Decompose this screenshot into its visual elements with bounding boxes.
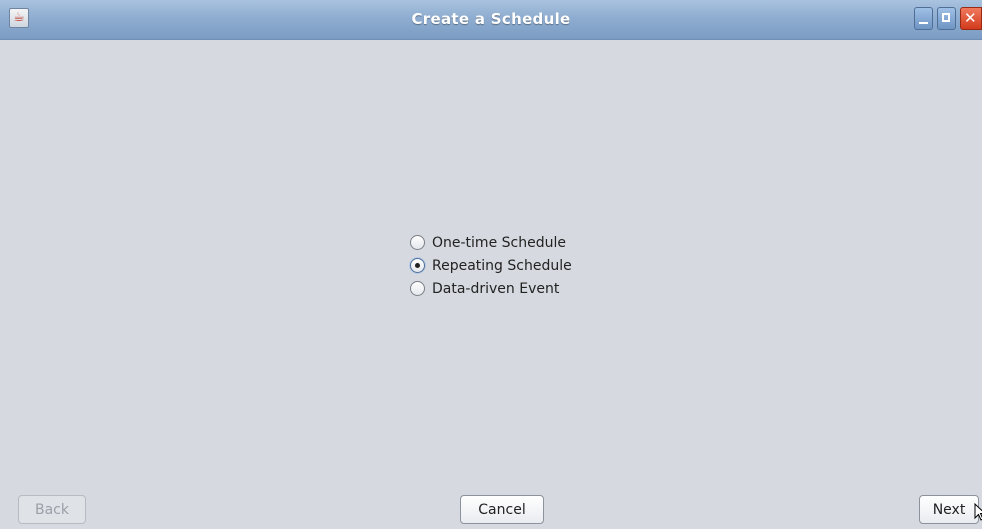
radio-button-data-driven[interactable] [410,281,425,296]
minimize-button[interactable] [914,7,933,30]
radio-option-data-driven[interactable]: Data-driven Event [410,277,572,300]
close-button[interactable]: ✕ [960,7,982,30]
mouse-pointer-icon [974,503,982,521]
minimize-icon [919,22,928,24]
radio-label-one-time[interactable]: One-time Schedule [432,235,566,251]
close-icon: ✕ [964,9,977,27]
radio-label-data-driven[interactable]: Data-driven Event [432,281,559,297]
title-bar[interactable]: ☕ Create a Schedule ✕ [0,0,982,40]
radio-option-repeating[interactable]: Repeating Schedule [410,254,572,277]
next-button[interactable]: Next [919,495,979,524]
radio-label-repeating[interactable]: Repeating Schedule [432,258,572,274]
window-title: Create a Schedule [411,10,571,28]
cancel-button[interactable]: Cancel [460,495,544,524]
back-button[interactable]: Back [18,495,86,524]
maximize-icon [942,13,950,22]
radio-option-one-time[interactable]: One-time Schedule [410,231,572,254]
dialog-content: One-time Schedule Repeating Schedule Dat… [8,41,982,529]
create-schedule-window: ☕ Create a Schedule ✕ One-time Schedule … [0,0,982,529]
schedule-type-radio-group: One-time Schedule Repeating Schedule Dat… [410,231,572,300]
radio-button-repeating[interactable] [410,258,425,273]
maximize-button[interactable] [937,7,956,30]
radio-button-one-time[interactable] [410,235,425,250]
